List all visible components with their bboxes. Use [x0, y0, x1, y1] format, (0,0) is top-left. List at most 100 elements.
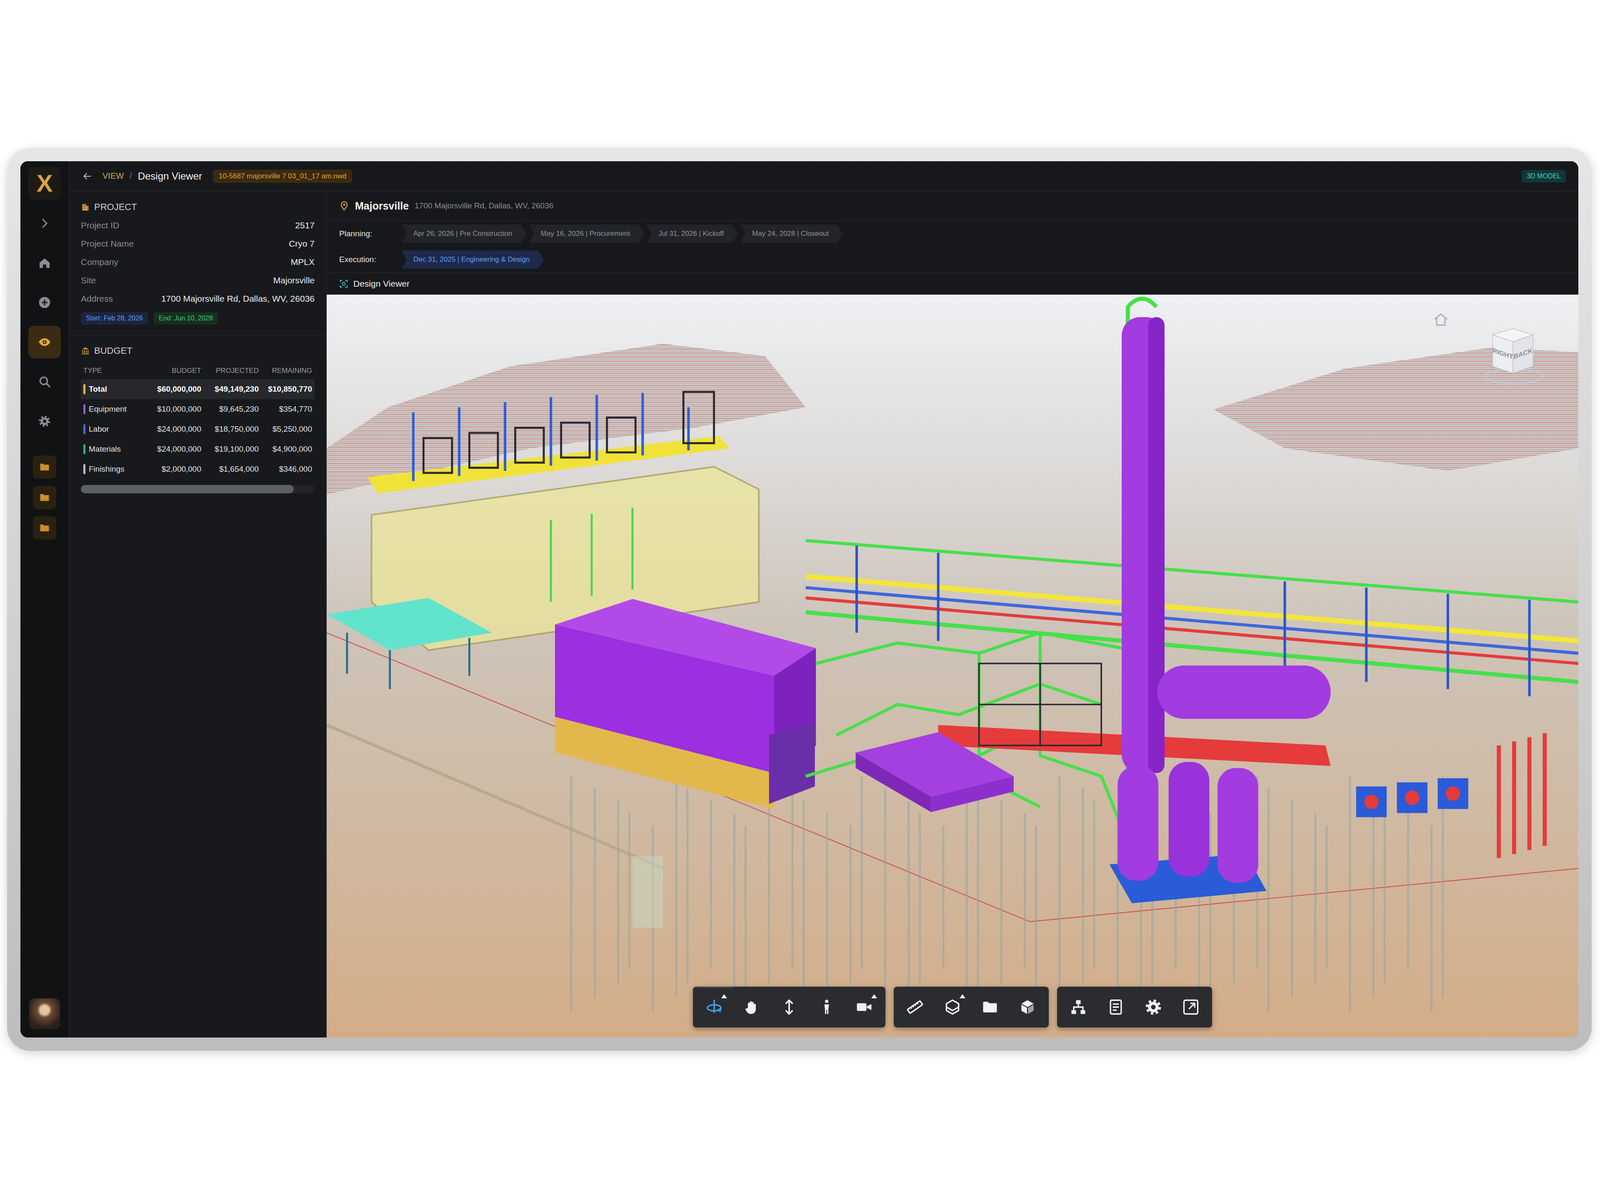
- folder-tool-button[interactable]: [971, 986, 1009, 1028]
- section-title: PROJECT: [80, 197, 315, 217]
- projected-cell: $19,100,000: [205, 444, 259, 454]
- budget-table: TYPEBUDGETPROJECTEDREMAINING Total$60,000…: [80, 362, 315, 480]
- rail-view-button[interactable]: [28, 325, 61, 359]
- toolbar-group: [692, 986, 886, 1028]
- execution-row: Execution: Dec 31, 2025 | Engineering & D…: [326, 246, 1579, 273]
- type-cell: Finishings: [83, 464, 144, 475]
- logo-text: X: [36, 171, 53, 196]
- cube-face-label: BACK: [1513, 346, 1533, 360]
- zoom-tool-button[interactable]: [770, 986, 808, 1028]
- zoom-icon: [780, 997, 799, 1017]
- folder-icon: [38, 461, 51, 473]
- type-cell: Total: [83, 384, 144, 395]
- field-label: Project ID: [80, 220, 120, 231]
- page-title: Design Viewer: [137, 170, 203, 183]
- rail-home-button[interactable]: [28, 246, 61, 280]
- expand-icon: [37, 216, 52, 230]
- page: X VIEW/Design Viewer10-5687 majorsville 7…: [0, 0, 1600, 1200]
- rail-folder-button[interactable]: [32, 516, 57, 540]
- section-title: BUDGET: [80, 341, 315, 360]
- rail-search-button[interactable]: [28, 365, 61, 398]
- rail-folder-button[interactable]: [32, 455, 57, 479]
- table-scrollbar[interactable]: [80, 485, 315, 494]
- walk-tool-button[interactable]: [807, 986, 846, 1028]
- fullscreen-tool-button[interactable]: [1172, 986, 1210, 1028]
- type-cell: Labor: [83, 424, 144, 435]
- home-view-icon[interactable]: [1432, 311, 1450, 328]
- project-field: Project ID2517: [80, 216, 315, 235]
- phase-chip[interactable]: Apr 26, 2026 | Pre Construction: [401, 224, 527, 243]
- type-swatch: [83, 404, 86, 415]
- budget-cell: $24,000,000: [147, 424, 202, 434]
- breadcrumb-link[interactable]: VIEW: [102, 171, 124, 181]
- rail-expand-button[interactable]: [28, 207, 61, 240]
- side-panel: PROJECTProject ID2517Project NameCryo 7C…: [69, 191, 327, 1038]
- measure-tool-button[interactable]: [896, 986, 934, 1028]
- back-arrow-icon[interactable]: [81, 170, 93, 182]
- settings-icon: [1144, 997, 1163, 1017]
- planning-steps: Apr 26, 2026 | Pre ConstructionMay 16, 2…: [401, 224, 843, 243]
- phase-chip[interactable]: May 16, 2026 | Procurement: [529, 224, 645, 243]
- type-cell: Equipment: [83, 404, 144, 415]
- budget-row[interactable]: Labor$24,000,000$18,750,000$5,250,000: [80, 419, 315, 440]
- execution-label: Execution:: [339, 255, 394, 265]
- file-badge: 10-5687 majorsville 7 03_01_17 am.nwd: [212, 169, 353, 183]
- phase-chip[interactable]: Dec 31, 2025 | Engineering & Design: [401, 250, 544, 269]
- camera-tool-button[interactable]: [845, 986, 883, 1028]
- type-swatch: [83, 444, 86, 455]
- phase-chip[interactable]: Jul 31, 2026 | Kickoff: [646, 224, 738, 243]
- column-header: REMAINING: [262, 366, 313, 375]
- plant-model-render[interactable]: [326, 294, 1579, 1038]
- home-icon: [37, 256, 52, 270]
- bank-icon: [80, 346, 90, 356]
- tree-icon: [1069, 997, 1088, 1017]
- project-dates: Start: Feb 28, 2026End: Jun 10, 2028: [80, 312, 315, 325]
- cube-tool-button[interactable]: [1008, 986, 1047, 1028]
- column-header: BUDGET: [147, 366, 202, 375]
- section-tool-button[interactable]: [933, 986, 972, 1028]
- add-icon: [37, 295, 52, 310]
- rail-folder-button[interactable]: [32, 485, 57, 510]
- top-bar: VIEW/Design Viewer10-5687 majorsville 7 …: [69, 161, 1579, 192]
- model-viewport[interactable]: RIGHTBACK: [326, 294, 1579, 1038]
- cube-face-label: RIGHT: [1492, 346, 1513, 361]
- rail-add-button[interactable]: [28, 286, 61, 319]
- location-pin-icon: [339, 200, 350, 211]
- toolbar-group: [893, 986, 1049, 1028]
- location-bar: Majorsville 1700 Majorsville Rd, Dallas, …: [326, 191, 1579, 221]
- pan-tool-button[interactable]: [732, 986, 771, 1028]
- budget-row[interactable]: Total$60,000,000$49,149,230$10,850,770: [80, 379, 315, 400]
- walk-icon: [817, 997, 836, 1017]
- settings-tool-button[interactable]: [1134, 986, 1173, 1028]
- scrollbar-thumb[interactable]: [80, 485, 294, 494]
- view-cube[interactable]: RIGHTBACK: [1482, 319, 1554, 391]
- field-value: Majorsville: [273, 275, 315, 286]
- column-header: TYPE: [83, 366, 144, 375]
- folder-icon: [38, 491, 51, 504]
- menu-caret-icon: [959, 994, 966, 999]
- search-icon: [37, 375, 52, 389]
- mode-badge: 3D MODEL: [1521, 170, 1566, 183]
- rail-settings-button[interactable]: [28, 405, 61, 438]
- budget-row[interactable]: Equipment$10,000,000$9,645,230$354,770: [80, 399, 315, 420]
- orbit-tool-button[interactable]: [695, 986, 733, 1028]
- projected-cell: $1,654,000: [205, 464, 259, 474]
- field-label: Address: [80, 293, 113, 304]
- tree-tool-button[interactable]: [1059, 986, 1098, 1028]
- properties-tool-button[interactable]: [1097, 986, 1135, 1028]
- app-logo[interactable]: X: [28, 167, 61, 200]
- project-field: CompanyMPLX: [80, 252, 315, 272]
- remaining-cell: $354,770: [262, 404, 313, 414]
- user-avatar[interactable]: [29, 998, 60, 1030]
- phase-chip[interactable]: May 24, 2028 | Closeout: [740, 224, 843, 243]
- field-label: Project Name: [80, 238, 134, 249]
- viewer-label: Design Viewer: [326, 272, 1579, 295]
- viewer-target-icon: [339, 279, 349, 289]
- site-name: Majorsville: [355, 200, 409, 213]
- settings-icon: [37, 414, 52, 428]
- site-address: 1700 Majorsville Rd, Dallas, WV, 26036: [414, 201, 554, 211]
- budget-row[interactable]: Materials$24,000,000$19,100,000$4,900,00…: [80, 439, 315, 460]
- section-icon: [943, 997, 962, 1017]
- budget-row[interactable]: Finishings$2,000,000$1,654,000$346,000: [80, 459, 315, 480]
- column-header: PROJECTED: [205, 366, 259, 375]
